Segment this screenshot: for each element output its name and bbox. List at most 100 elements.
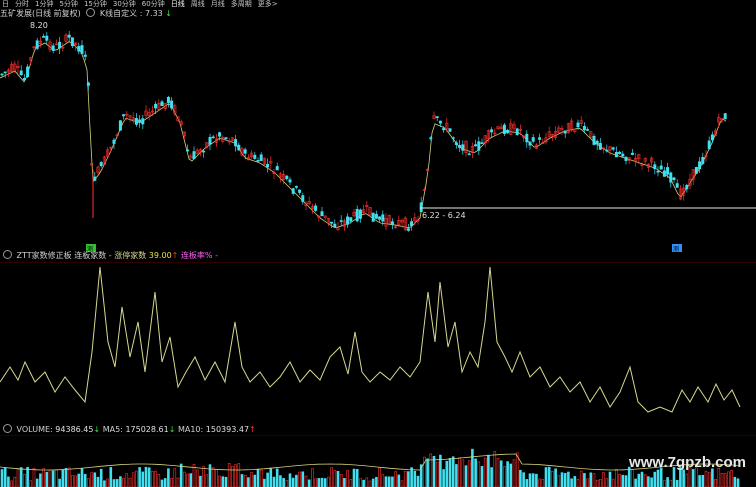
indicator-chart[interactable] bbox=[0, 262, 756, 422]
candle bbox=[19, 65, 23, 76]
volume-bar bbox=[42, 468, 45, 487]
period-tab[interactable]: 周线 bbox=[191, 0, 205, 8]
volume-bar bbox=[240, 474, 244, 487]
svg-text:测: 测 bbox=[673, 245, 679, 252]
volume-bar bbox=[39, 473, 42, 487]
period-tab[interactable]: 更多> bbox=[258, 0, 278, 8]
candle bbox=[477, 136, 481, 156]
candle bbox=[512, 121, 516, 133]
period-tab[interactable]: 60分钟 bbox=[142, 0, 165, 8]
period-tab[interactable]: 日 bbox=[2, 0, 9, 8]
volume-bar bbox=[611, 478, 615, 487]
period-tab[interactable]: 多周期 bbox=[231, 0, 252, 8]
candle bbox=[131, 112, 135, 124]
volume-bar bbox=[503, 466, 506, 487]
candle bbox=[525, 130, 529, 148]
period-tab[interactable]: 月线 bbox=[211, 0, 225, 8]
candle bbox=[464, 140, 468, 157]
candle bbox=[701, 152, 705, 166]
candle bbox=[346, 213, 350, 228]
volume-bar bbox=[144, 466, 148, 487]
marker-right[interactable]: 测 bbox=[672, 244, 682, 252]
candle bbox=[128, 115, 132, 123]
volume-bar bbox=[730, 469, 733, 487]
candle bbox=[506, 128, 510, 134]
candle bbox=[634, 152, 638, 167]
candlestick-chart[interactable]: 8.206.22 - 6.24测测 bbox=[0, 20, 756, 252]
volume-bar bbox=[595, 479, 599, 487]
volume-bar bbox=[685, 473, 689, 487]
volume-bar bbox=[311, 468, 314, 487]
candle bbox=[704, 149, 708, 162]
candle bbox=[544, 132, 548, 145]
candle bbox=[646, 163, 650, 172]
candle bbox=[416, 215, 420, 225]
volume-bar bbox=[176, 477, 180, 487]
period-tab[interactable]: 5分钟 bbox=[59, 0, 77, 8]
candle bbox=[310, 203, 314, 214]
volume-bar bbox=[445, 460, 449, 487]
candle bbox=[365, 200, 369, 213]
candle bbox=[230, 137, 234, 142]
volume-bar bbox=[349, 479, 353, 487]
ma5-arrow: ↓ bbox=[168, 425, 176, 434]
candle bbox=[122, 114, 126, 120]
candle bbox=[166, 95, 170, 108]
candle bbox=[694, 166, 698, 174]
candle bbox=[685, 183, 689, 193]
volume-bar bbox=[26, 466, 29, 487]
volume-bar bbox=[512, 459, 516, 487]
volume-bar bbox=[346, 469, 349, 487]
period-tab[interactable]: 分时 bbox=[15, 0, 29, 8]
volume-bar bbox=[474, 458, 477, 487]
volume-bar bbox=[624, 475, 628, 487]
volume-bar bbox=[253, 474, 257, 487]
candle bbox=[362, 204, 366, 214]
volume-label: VOLUME bbox=[16, 425, 51, 434]
volume-bar bbox=[663, 480, 666, 487]
volume-bar bbox=[416, 475, 420, 487]
period-toolbar: 日分时 1分钟 5分钟 15分钟 30分钟 60分钟 日线 周线 月线 多周期 更多> bbox=[0, 0, 756, 8]
candle bbox=[234, 134, 238, 152]
candle bbox=[611, 146, 615, 152]
candle bbox=[275, 162, 279, 171]
volume-bar bbox=[71, 475, 74, 487]
volume-bar bbox=[343, 477, 346, 487]
volume-bar bbox=[285, 480, 289, 487]
candle bbox=[285, 175, 289, 181]
volume-circle-icon[interactable] bbox=[3, 424, 12, 433]
volume-bar bbox=[29, 480, 33, 487]
candle bbox=[614, 146, 618, 158]
volume-bar bbox=[499, 460, 503, 487]
volume-bar bbox=[691, 469, 695, 487]
volume-bar bbox=[711, 468, 714, 487]
candle bbox=[531, 134, 535, 144]
candle bbox=[80, 40, 84, 56]
candle bbox=[566, 122, 570, 134]
settings-circle-icon[interactable] bbox=[86, 8, 96, 17]
candle bbox=[384, 213, 388, 231]
candle bbox=[42, 33, 46, 38]
volume-bar bbox=[119, 476, 122, 487]
volume-bar bbox=[227, 462, 231, 487]
candle bbox=[448, 128, 452, 133]
period-tab[interactable]: 15分钟 bbox=[84, 0, 107, 8]
period-tab[interactable]: 30分钟 bbox=[113, 0, 136, 8]
indicator-name: K线自定义 bbox=[99, 9, 138, 18]
ma10-arrow: ↑ bbox=[249, 425, 256, 434]
candle bbox=[304, 200, 308, 211]
volume-bar bbox=[426, 458, 429, 487]
volume-bar bbox=[3, 467, 7, 487]
candle bbox=[339, 215, 343, 226]
field-lianbanlv: 连板率% bbox=[180, 251, 213, 260]
volume-bar bbox=[16, 469, 20, 487]
period-tab[interactable]: 日线 bbox=[171, 0, 185, 8]
indicator-circle-icon[interactable] bbox=[3, 250, 12, 259]
period-tab[interactable]: 1分钟 bbox=[35, 0, 53, 8]
candle bbox=[198, 148, 202, 157]
candle bbox=[291, 188, 295, 196]
candle bbox=[253, 151, 257, 160]
candle bbox=[432, 111, 436, 120]
ma5-value: 175028.61 bbox=[125, 425, 169, 434]
volume-bar bbox=[528, 473, 532, 487]
